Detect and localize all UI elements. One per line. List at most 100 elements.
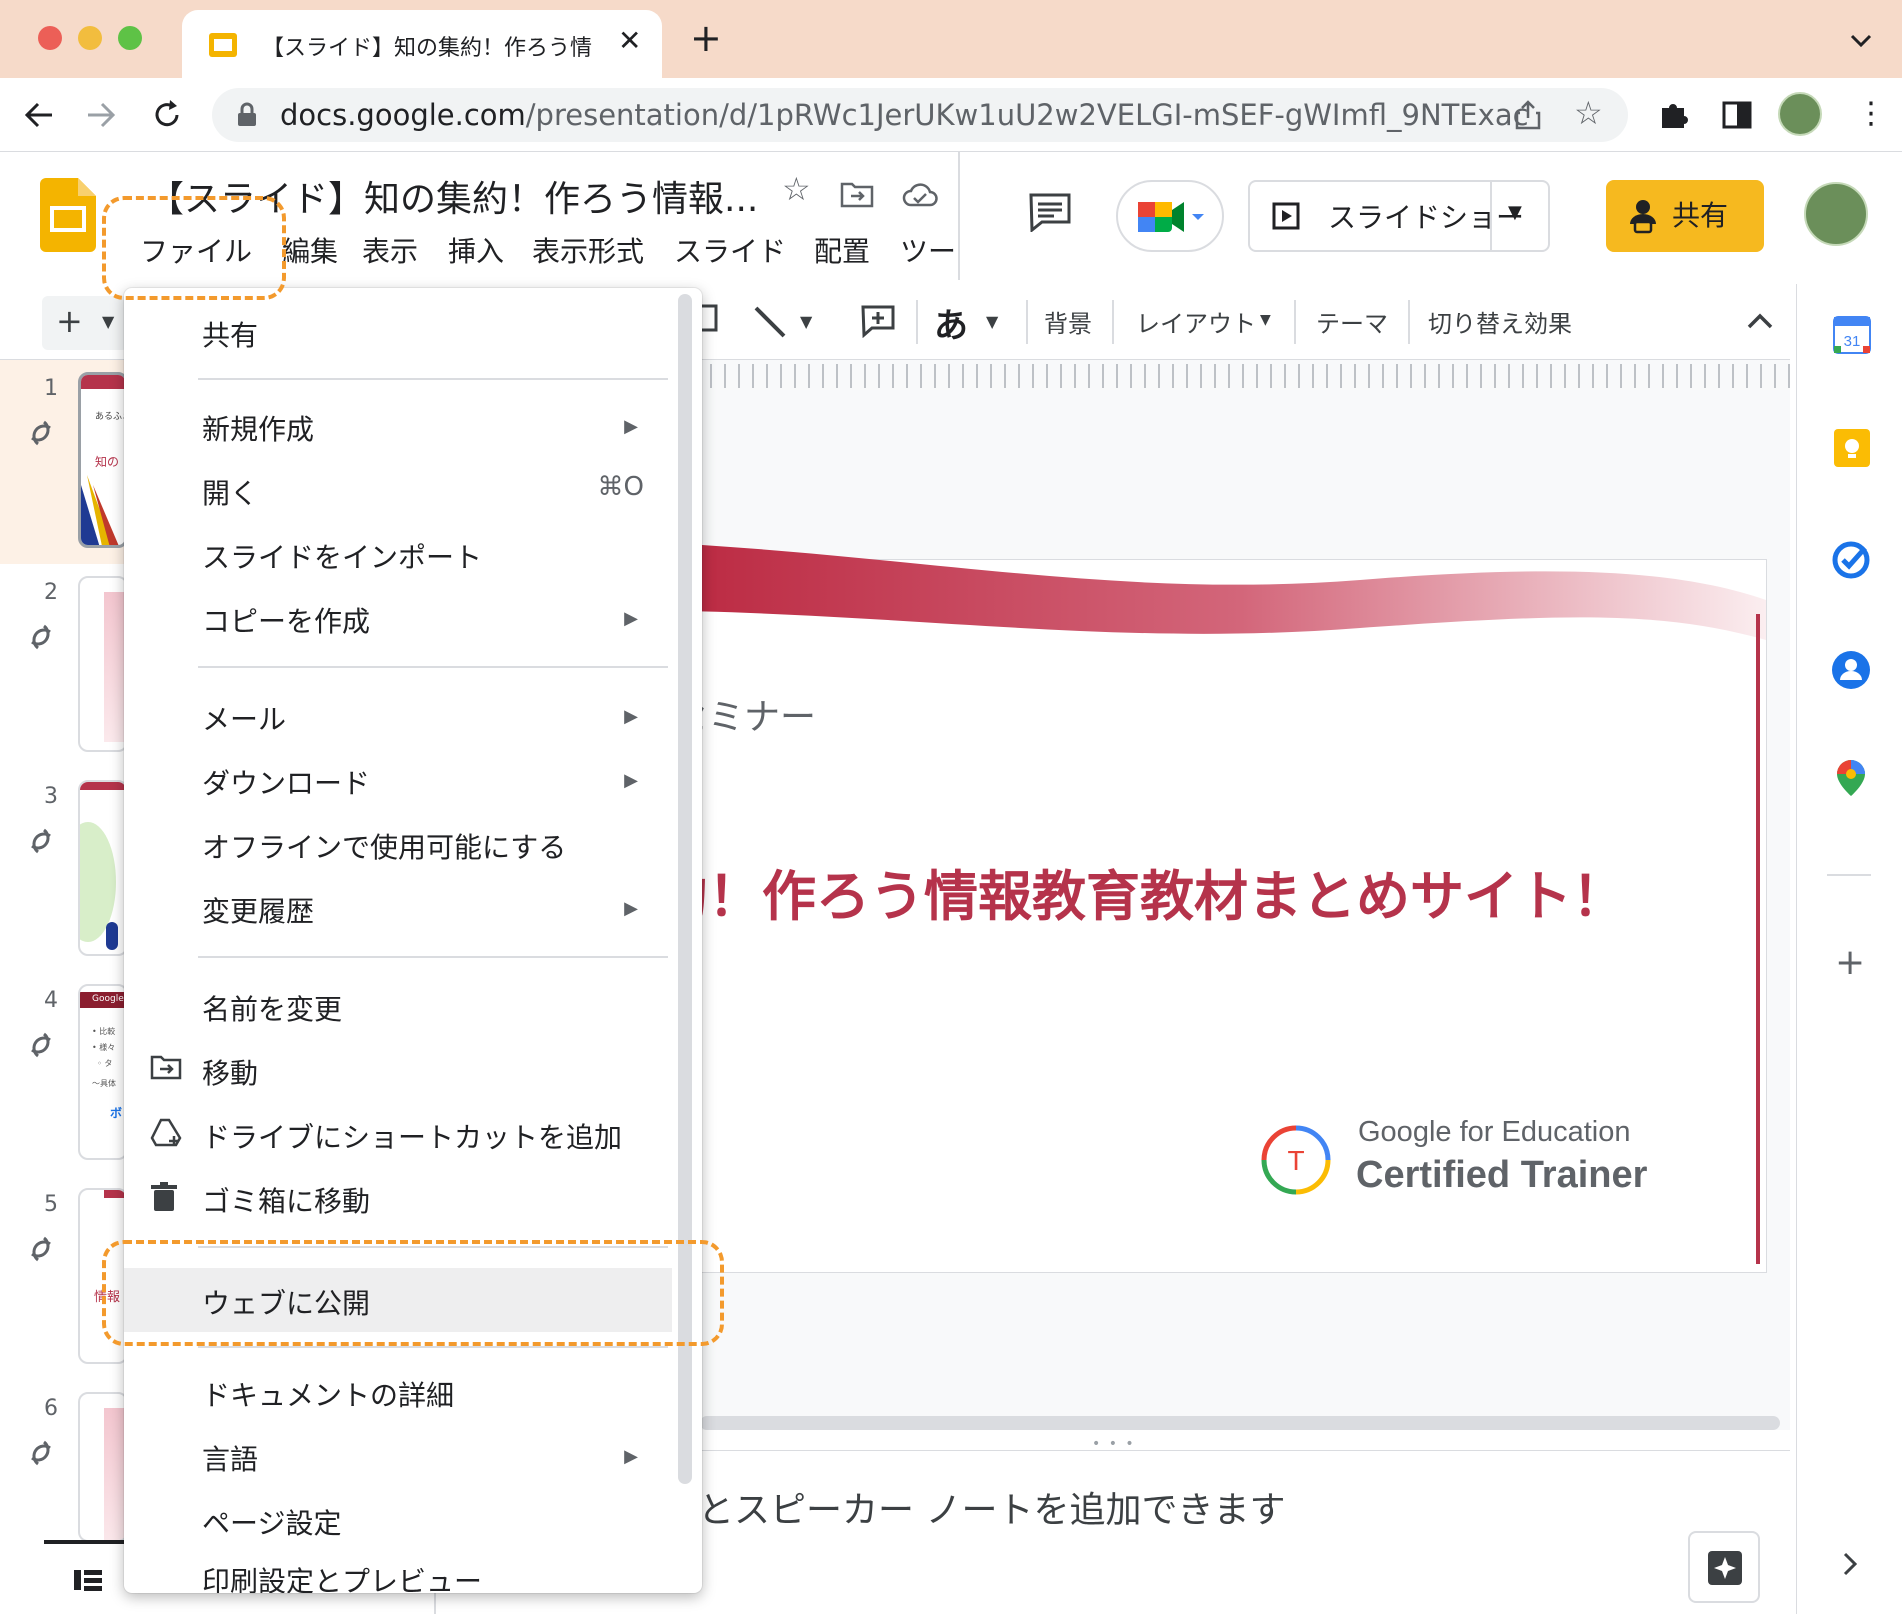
collapse-toolbar-chevron-icon[interactable] bbox=[1746, 312, 1774, 330]
menu-item-new[interactable]: 新規作成 ▶ bbox=[124, 396, 672, 456]
linked-slide-icon[interactable] bbox=[24, 416, 58, 450]
menu-separator bbox=[198, 666, 668, 668]
address-bar[interactable]: docs.google.com/presentation/d/1pRWc1Jer… bbox=[212, 88, 1628, 142]
slides-logo-icon[interactable] bbox=[40, 178, 96, 252]
menu-item-rename[interactable]: 名前を変更 bbox=[124, 976, 672, 1036]
back-arrow-icon[interactable] bbox=[22, 98, 56, 132]
linked-slide-icon[interactable] bbox=[24, 1232, 58, 1266]
reload-icon[interactable] bbox=[150, 98, 184, 132]
expand-panel-chevron-icon[interactable] bbox=[1841, 1550, 1859, 1578]
browser-tab-active[interactable]: 【スライド】知の集約！作ろう情報 ✕ bbox=[182, 10, 662, 78]
horizontal-scrollbar[interactable] bbox=[700, 1416, 1780, 1430]
menu-item-move[interactable]: 移動 bbox=[124, 1040, 672, 1100]
add-comment-icon[interactable] bbox=[860, 304, 896, 338]
transition-button[interactable]: 切り替え効果 bbox=[1428, 304, 1572, 339]
line-tool-icon[interactable] bbox=[752, 304, 788, 340]
input-tools-button[interactable]: あ bbox=[934, 298, 968, 347]
slide-thumbnail-4[interactable]: Google • 比較 • 様々 ◦ タ 〜具体 ボ bbox=[78, 984, 128, 1160]
slide-thumbnail-1[interactable]: あるふぁ 知の bbox=[78, 372, 128, 548]
menu-item-language[interactable]: 言語 ▶ bbox=[124, 1426, 672, 1486]
get-addons-icon[interactable]: + bbox=[1835, 942, 1865, 983]
menu-item-import-slides[interactable]: スライドをインポート bbox=[124, 524, 672, 584]
menu-item-print-preview[interactable]: 印刷設定とプレビュー bbox=[124, 1548, 672, 1593]
share-page-icon[interactable] bbox=[1514, 100, 1542, 130]
menu-item-move-to-trash[interactable]: ゴミ箱に移動 bbox=[124, 1168, 672, 1228]
tab-search-chevron-icon[interactable] bbox=[1850, 34, 1872, 48]
menu-item-page-setup[interactable]: ページ設定 bbox=[124, 1490, 672, 1550]
contacts-icon[interactable] bbox=[1831, 650, 1871, 690]
thumb-header-bar: Google bbox=[80, 992, 126, 1008]
menu-format[interactable]: 表示形式 bbox=[532, 230, 644, 270]
menu-item-label: コピーを作成 bbox=[202, 605, 371, 638]
bookmark-star-icon[interactable]: ☆ bbox=[1574, 94, 1603, 132]
tasks-icon[interactable] bbox=[1831, 540, 1871, 580]
slideshow-dropdown-icon[interactable]: ▼ bbox=[1508, 202, 1522, 223]
close-tab-icon[interactable]: ✕ bbox=[618, 24, 641, 57]
menu-item-download[interactable]: ダウンロード ▶ bbox=[124, 750, 672, 810]
linked-slide-icon[interactable] bbox=[24, 1028, 58, 1062]
comments-icon[interactable] bbox=[1028, 192, 1072, 232]
slide-number: 1 bbox=[44, 376, 58, 401]
menu-item-share[interactable]: 共有 bbox=[124, 302, 672, 362]
menu-slide[interactable]: スライド bbox=[674, 230, 786, 270]
move-folder-icon[interactable] bbox=[840, 180, 874, 208]
slide-title[interactable]: 集約！作ろう情報教育教材まとめサイト！ bbox=[600, 852, 1626, 931]
input-tools-dropdown-icon[interactable]: ▼ bbox=[986, 312, 998, 331]
minimize-window-button[interactable] bbox=[78, 26, 102, 50]
slide-thumbnail-2[interactable] bbox=[78, 576, 128, 752]
slideshow-button[interactable]: スライドショー ▼ bbox=[1248, 180, 1550, 252]
browser-tab-bar: 【スライド】知の集約！作ろう情報 ✕ + bbox=[0, 0, 1902, 78]
zoom-window-button[interactable] bbox=[118, 26, 142, 50]
thumb-text: ◦ タ bbox=[92, 1059, 113, 1068]
current-slide[interactable]: ミニセミナー 集約！作ろう情報教育教材まとめサイト！ T Google for … bbox=[600, 540, 1766, 1272]
menu-insert[interactable]: 挿入 bbox=[448, 230, 504, 270]
extensions-puzzle-icon[interactable] bbox=[1656, 98, 1690, 132]
slide-thumbnail-3[interactable] bbox=[78, 780, 128, 956]
menu-item-make-copy[interactable]: コピーを作成 ▶ bbox=[124, 588, 672, 648]
thumb-text: 知の bbox=[95, 455, 120, 469]
menu-item-label: オフラインで使用可能にする bbox=[202, 831, 567, 864]
side-panel-toggle-icon[interactable] bbox=[1722, 100, 1752, 130]
layout-button[interactable]: レイアウト bbox=[1136, 304, 1256, 339]
linked-slide-icon[interactable] bbox=[24, 1436, 58, 1470]
share-lock-person-icon bbox=[1630, 200, 1656, 234]
menu-item-add-shortcut[interactable]: ドライブにショートカットを追加 bbox=[124, 1104, 672, 1164]
menu-item-label: 移動 bbox=[202, 1057, 259, 1090]
menu-view[interactable]: 表示 bbox=[362, 230, 418, 270]
account-avatar[interactable] bbox=[1804, 182, 1868, 246]
lock-icon[interactable] bbox=[236, 102, 258, 128]
thumb-text: • 様々 bbox=[92, 1043, 116, 1052]
new-tab-button[interactable]: + bbox=[690, 16, 722, 60]
menu-item-document-details[interactable]: ドキュメントの詳細 bbox=[124, 1362, 672, 1422]
speaker-notes-placeholder: とスピーカー ノートを追加できます bbox=[698, 1490, 1286, 1531]
cloud-saved-icon[interactable] bbox=[902, 180, 938, 208]
layout-dropdown-icon[interactable]: ▼ bbox=[1260, 312, 1271, 328]
menu-item-open[interactable]: 開く ⌘O bbox=[124, 460, 672, 520]
menu-item-make-offline[interactable]: オフラインで使用可能にする bbox=[124, 814, 672, 874]
maps-icon[interactable] bbox=[1833, 758, 1869, 798]
share-button[interactable]: 共有 bbox=[1606, 180, 1764, 252]
menu-item-version-history[interactable]: 変更履歴 ▶ bbox=[124, 878, 672, 938]
star-icon[interactable]: ☆ bbox=[782, 170, 811, 208]
line-dropdown-icon[interactable]: ▼ bbox=[800, 312, 812, 331]
linked-slide-icon[interactable] bbox=[24, 824, 58, 858]
new-slide-button[interactable]: + ▼ bbox=[42, 296, 128, 350]
close-window-button[interactable] bbox=[38, 26, 62, 50]
linked-slide-icon[interactable] bbox=[24, 620, 58, 654]
theme-button[interactable]: テーマ bbox=[1316, 304, 1388, 339]
menu-arrange[interactable]: 配置 bbox=[814, 230, 870, 270]
browser-menu-icon[interactable]: ⋮ bbox=[1856, 96, 1886, 131]
menu-tools[interactable]: ツー bbox=[900, 230, 960, 270]
slide-thumbnail-6[interactable] bbox=[78, 1392, 128, 1542]
explore-button[interactable] bbox=[1688, 1531, 1760, 1603]
calendar-icon[interactable]: 31 bbox=[1833, 316, 1871, 354]
keep-icon[interactable] bbox=[1833, 428, 1871, 468]
profile-avatar[interactable] bbox=[1778, 92, 1822, 136]
grid-view-icon[interactable] bbox=[74, 1568, 102, 1592]
meet-button[interactable] bbox=[1116, 180, 1224, 252]
menu-item-label: ドキュメントの詳細 bbox=[202, 1379, 455, 1412]
menu-edit[interactable]: 編集 bbox=[282, 230, 338, 270]
background-button[interactable]: 背景 bbox=[1044, 304, 1092, 339]
forward-arrow-icon[interactable] bbox=[84, 98, 118, 132]
menu-item-email[interactable]: メール ▶ bbox=[124, 686, 672, 746]
